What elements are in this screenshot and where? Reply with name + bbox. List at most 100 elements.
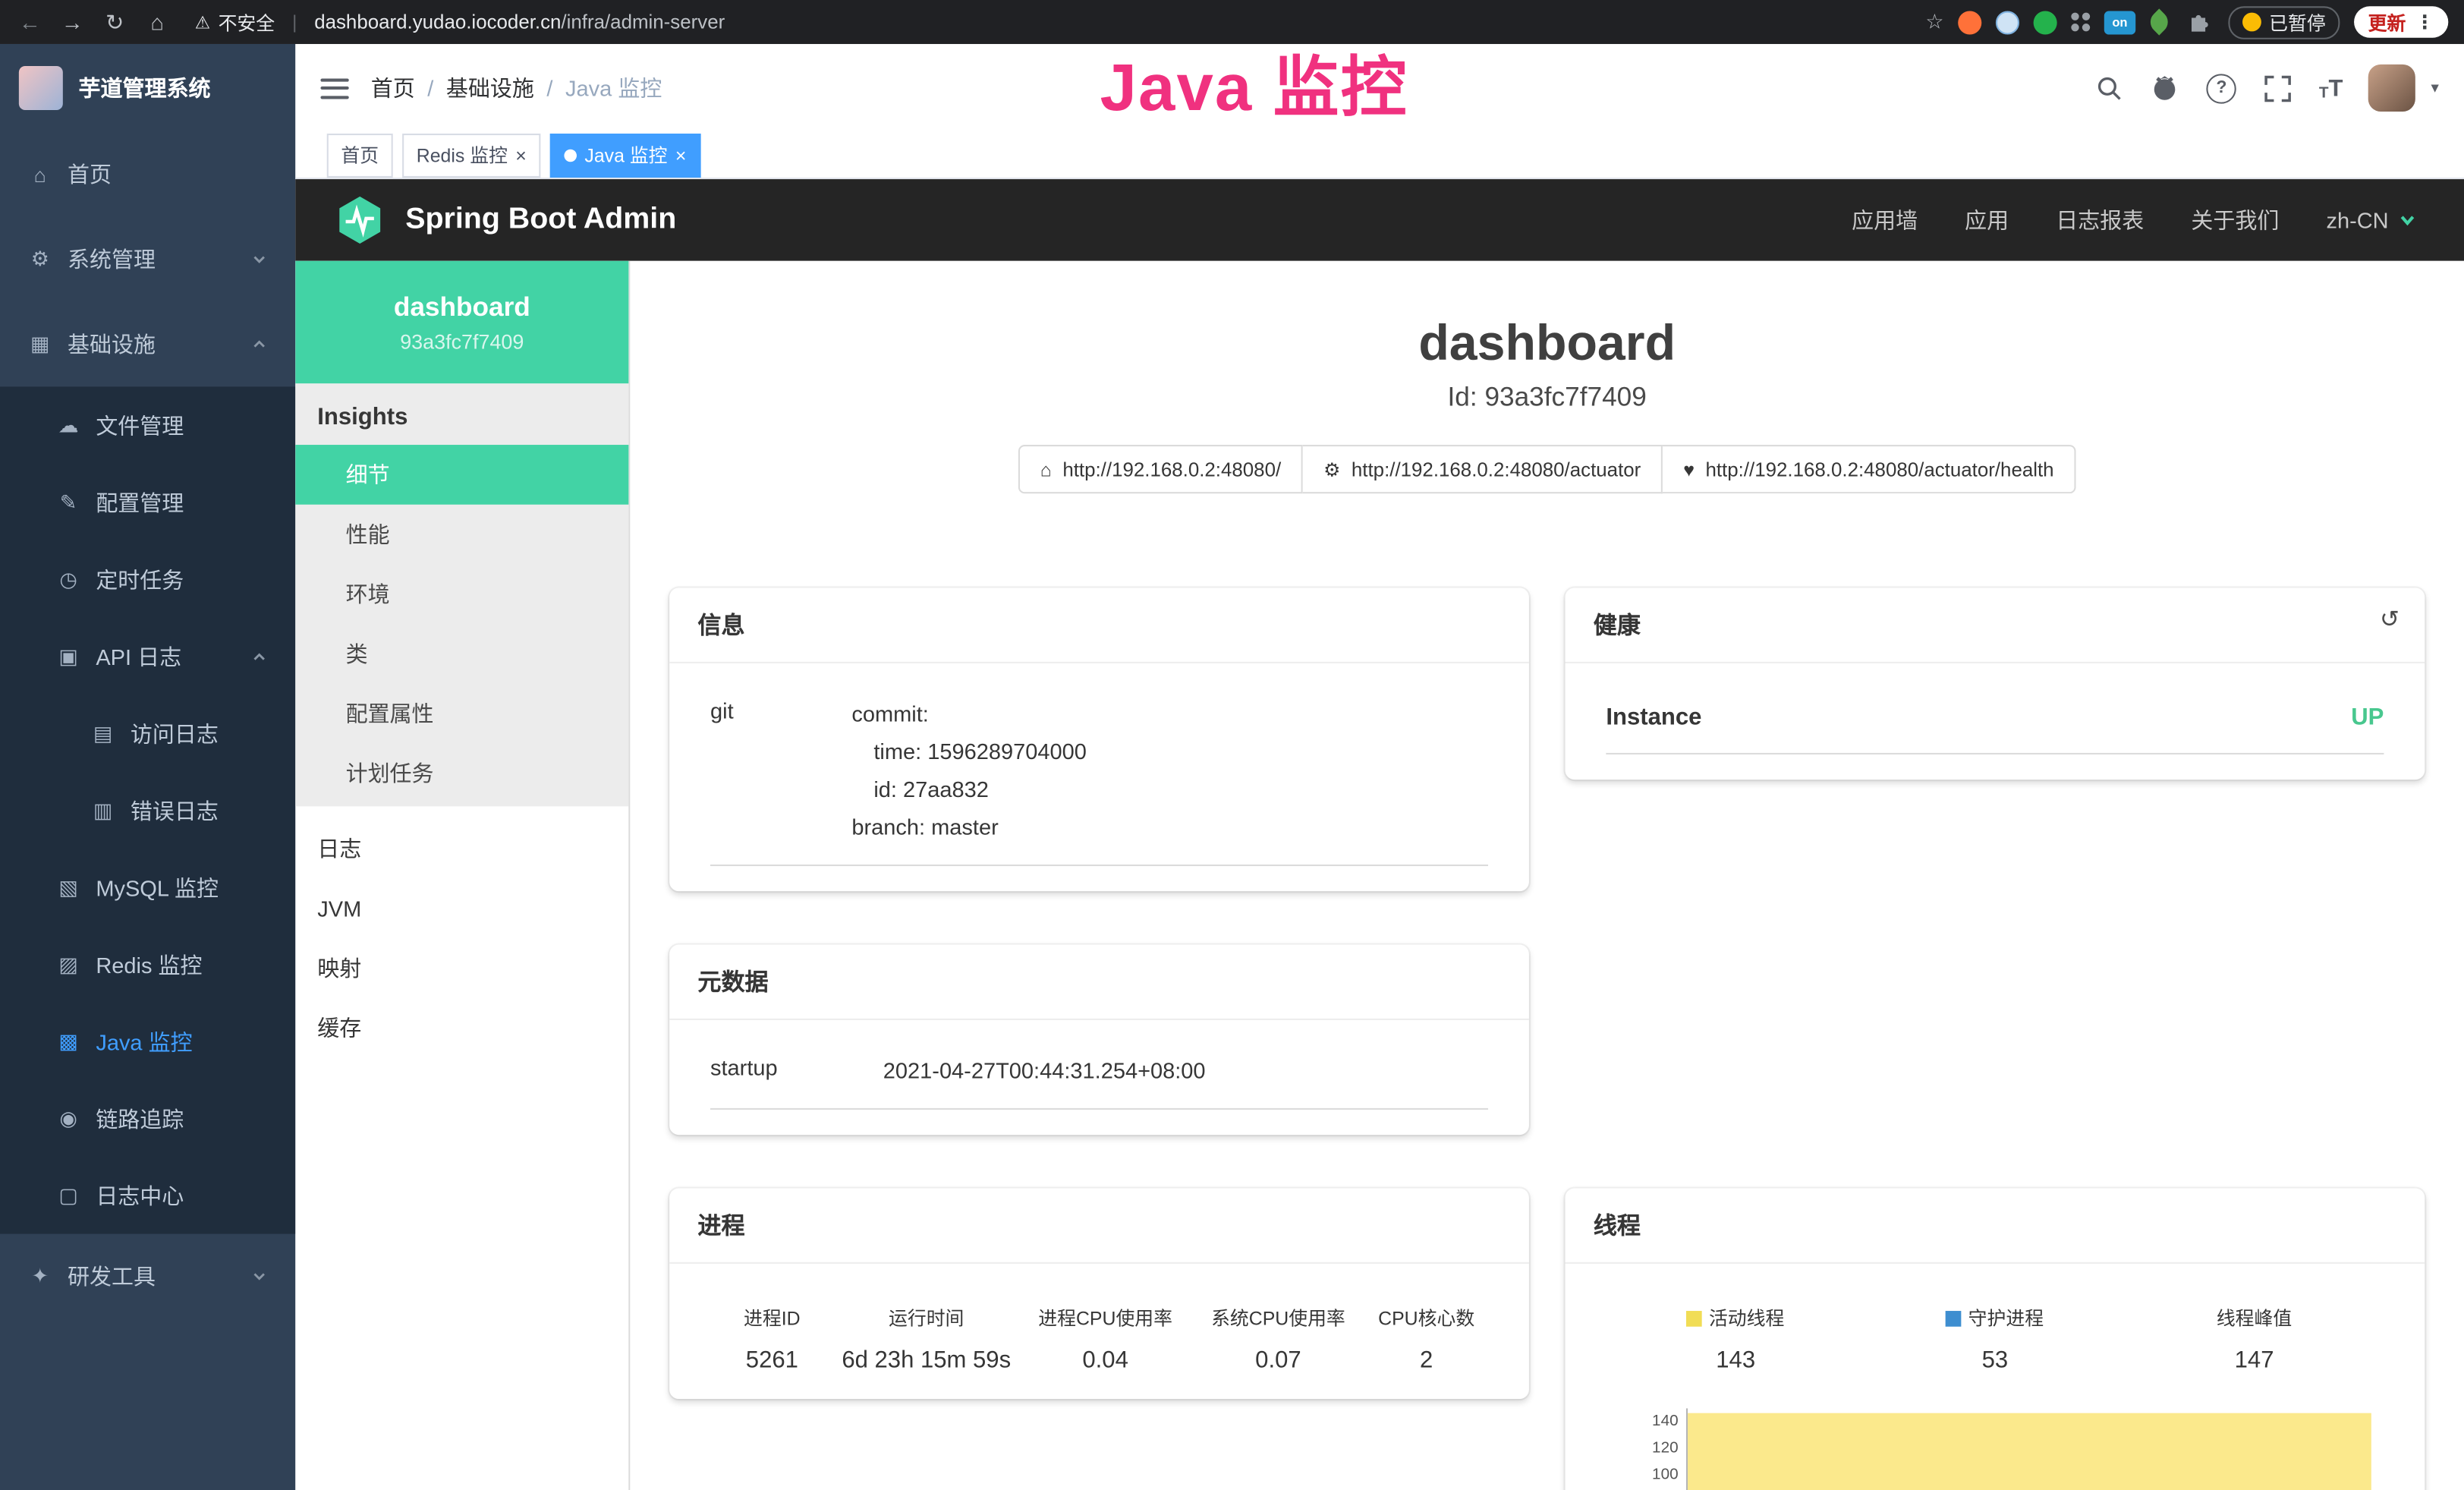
- tab-home[interactable]: 首页: [327, 133, 393, 177]
- puzzle-icon[interactable]: [2182, 6, 2214, 37]
- app-logo[interactable]: 芋道管理系统: [0, 44, 295, 132]
- sba-item-scheduledtasks[interactable]: 计划任务: [295, 743, 628, 803]
- sba-item-caches[interactable]: 缓存: [295, 998, 628, 1058]
- sba-nav-wallboard[interactable]: 应用墙: [1852, 204, 1918, 235]
- sba-item-details[interactable]: 细节: [295, 445, 628, 505]
- sidebar-item-mysql[interactable]: ▧ MySQL 监控: [0, 849, 295, 925]
- sba-item-configprops[interactable]: 配置属性: [295, 684, 628, 744]
- sidebar-item-api-log[interactable]: ▣ API 日志: [0, 618, 295, 695]
- kebab-menu-icon[interactable]: ⋮: [2415, 11, 2434, 33]
- sba-nav-applications[interactable]: 应用: [1965, 204, 2009, 235]
- sidebar-item-devtools[interactable]: ✦ 研发工具: [0, 1234, 295, 1319]
- back-icon[interactable]: ←: [16, 9, 44, 34]
- stat-label: 系统CPU使用率: [1192, 1305, 1365, 1331]
- sba-item-classes[interactable]: 类: [295, 624, 628, 684]
- sba-item-jvm[interactable]: JVM: [295, 879, 628, 939]
- grid-extension-icon[interactable]: [2071, 13, 2090, 32]
- page-subtitle: Id: 93a3fc7f7409: [630, 382, 2464, 413]
- hamburger-icon[interactable]: [320, 78, 348, 99]
- leaf-extension-icon[interactable]: [2146, 8, 2173, 35]
- api-log-icon: ▣: [57, 644, 80, 669]
- sba-item-env[interactable]: 环境: [295, 564, 628, 624]
- locale-select[interactable]: zh-CN: [2326, 207, 2416, 232]
- sidebar-item-config[interactable]: ✎ 配置管理: [0, 464, 295, 540]
- git-key: git: [710, 695, 851, 846]
- sidebar-item-trace[interactable]: ◉ 链路追踪: [0, 1080, 295, 1157]
- address-bar[interactable]: dashboard.yudao.iocoder.cn/infra/admin-s…: [314, 11, 725, 33]
- stat-label: CPU核心数: [1364, 1305, 1488, 1331]
- tab-redis[interactable]: Redis 监控 ×: [402, 133, 540, 177]
- sidebar-item-system[interactable]: ⚙ 系统管理: [0, 217, 295, 302]
- font-size-icon[interactable]: TT: [2319, 74, 2343, 101]
- on-extension-icon[interactable]: on: [2104, 10, 2135, 33]
- search-icon[interactable]: [2093, 72, 2124, 103]
- stat-peak-threads: 线程峰值 147: [2125, 1305, 2384, 1374]
- fullscreen-icon[interactable]: [2262, 72, 2293, 103]
- sba-item-logs[interactable]: 日志: [295, 819, 628, 879]
- green-extension-icon[interactable]: [2034, 10, 2057, 33]
- sba-item-mappings[interactable]: 映射: [295, 938, 628, 998]
- sba-nav-about[interactable]: 关于我们: [2191, 204, 2279, 235]
- font-small-glyph: T: [2319, 84, 2329, 102]
- tab-java[interactable]: Java 监控 ×: [550, 133, 700, 177]
- sidebar-item-job[interactable]: ◷ 定时任务: [0, 540, 295, 617]
- close-icon[interactable]: ×: [675, 146, 687, 165]
- sidebar-item-redis[interactable]: ▨ Redis 监控: [0, 926, 295, 1003]
- service-url-label: http://192.168.0.2:48080/: [1062, 458, 1281, 480]
- instance-label: Instance: [1606, 704, 1701, 731]
- update-button[interactable]: 更新 ⋮: [2354, 6, 2448, 37]
- fox-extension-icon[interactable]: [1958, 10, 1981, 33]
- health-url-button[interactable]: ♥ http://192.168.0.2:48080/actuator/heal…: [1663, 445, 2075, 493]
- sidebar-item-log-center[interactable]: ▢ 日志中心: [0, 1157, 295, 1233]
- breadcrumb-infra[interactable]: 基础设施: [446, 72, 534, 103]
- sidebar-item-home[interactable]: ⌂ 首页: [0, 132, 295, 217]
- insights-label: Insights: [295, 383, 628, 445]
- page-title: dashboard: [630, 314, 2464, 373]
- close-icon[interactable]: ×: [515, 146, 527, 165]
- git-id-line: id: 27aa832: [851, 770, 1488, 808]
- instance-health-row[interactable]: Instance UP: [1606, 685, 2384, 754]
- stat-value: 6d 23h 15m 59s: [834, 1347, 1019, 1374]
- home-icon[interactable]: ⌂: [143, 9, 171, 34]
- stat-pid: 进程ID 5261: [710, 1305, 834, 1374]
- paused-badge[interactable]: 已暂停: [2228, 5, 2340, 38]
- instance-links: ⌂ http://192.168.0.2:48080/ ⚙ http://192…: [630, 445, 2464, 493]
- service-url-button[interactable]: ⌂ http://192.168.0.2:48080/: [1018, 445, 1303, 493]
- sba-item-label: 细节: [346, 459, 390, 490]
- help-icon[interactable]: ?: [2206, 72, 2237, 103]
- sba-item-metrics[interactable]: 性能: [295, 505, 628, 565]
- threads-card-title: 线程: [1566, 1189, 2425, 1264]
- github-icon[interactable]: [2149, 72, 2180, 103]
- caret-down-icon[interactable]: ▾: [2431, 80, 2438, 97]
- sba-header: Spring Boot Admin 应用墙 应用 日志报表 关于我们 zh-CN: [295, 179, 2464, 261]
- sidebar-item-label: 日志中心: [96, 1180, 184, 1211]
- stat-label: 活动线程: [1709, 1305, 1784, 1331]
- actuator-url-button[interactable]: ⚙ http://192.168.0.2:48080/actuator: [1303, 445, 1663, 493]
- tags-view: 首页 Redis 监控 × Java 监控 ×: [295, 132, 2464, 179]
- forward-icon[interactable]: →: [58, 9, 87, 34]
- tab-label: Java 监控: [584, 141, 667, 168]
- history-icon[interactable]: ↺: [2380, 605, 2399, 633]
- sba-brand[interactable]: Spring Boot Admin: [333, 194, 676, 247]
- chevron-down-icon: [251, 251, 267, 267]
- breadcrumb-separator: /: [546, 75, 552, 100]
- chevron-down-icon: [251, 1268, 267, 1284]
- user-avatar[interactable]: [2368, 65, 2415, 112]
- sidebar-item-java[interactable]: ▩ Java 监控: [0, 1003, 295, 1079]
- stat-cpus: CPU核心数 2: [1364, 1305, 1488, 1374]
- chart-plot-area: [1686, 1408, 2377, 1490]
- infra-submenu: ☁ 文件管理 ✎ 配置管理 ◷ 定时任务 ▣ API 日志 ▤: [0, 386, 295, 1233]
- sidebar-item-error-log[interactable]: ▥ 错误日志: [0, 772, 295, 849]
- drop-extension-icon[interactable]: [1996, 10, 2019, 33]
- breadcrumb-home[interactable]: 首页: [371, 72, 415, 103]
- sidebar-item-infra[interactable]: ▦ 基础设施: [0, 302, 295, 387]
- sidebar-item-access-log[interactable]: ▤ 访问日志: [0, 695, 295, 771]
- sba-nav-journal[interactable]: 日志报表: [2056, 204, 2144, 235]
- bookmark-star-icon[interactable]: ☆: [1925, 9, 1943, 34]
- security-indicator[interactable]: ⚠ 不安全: [195, 8, 275, 35]
- instance-header[interactable]: dashboard 93a3fc7f7409: [295, 261, 628, 384]
- sidebar-item-file[interactable]: ☁ 文件管理: [0, 386, 295, 463]
- emoji-face-icon: [2242, 13, 2261, 32]
- warning-icon: ⚠: [195, 12, 210, 33]
- refresh-icon[interactable]: ↻: [101, 8, 129, 35]
